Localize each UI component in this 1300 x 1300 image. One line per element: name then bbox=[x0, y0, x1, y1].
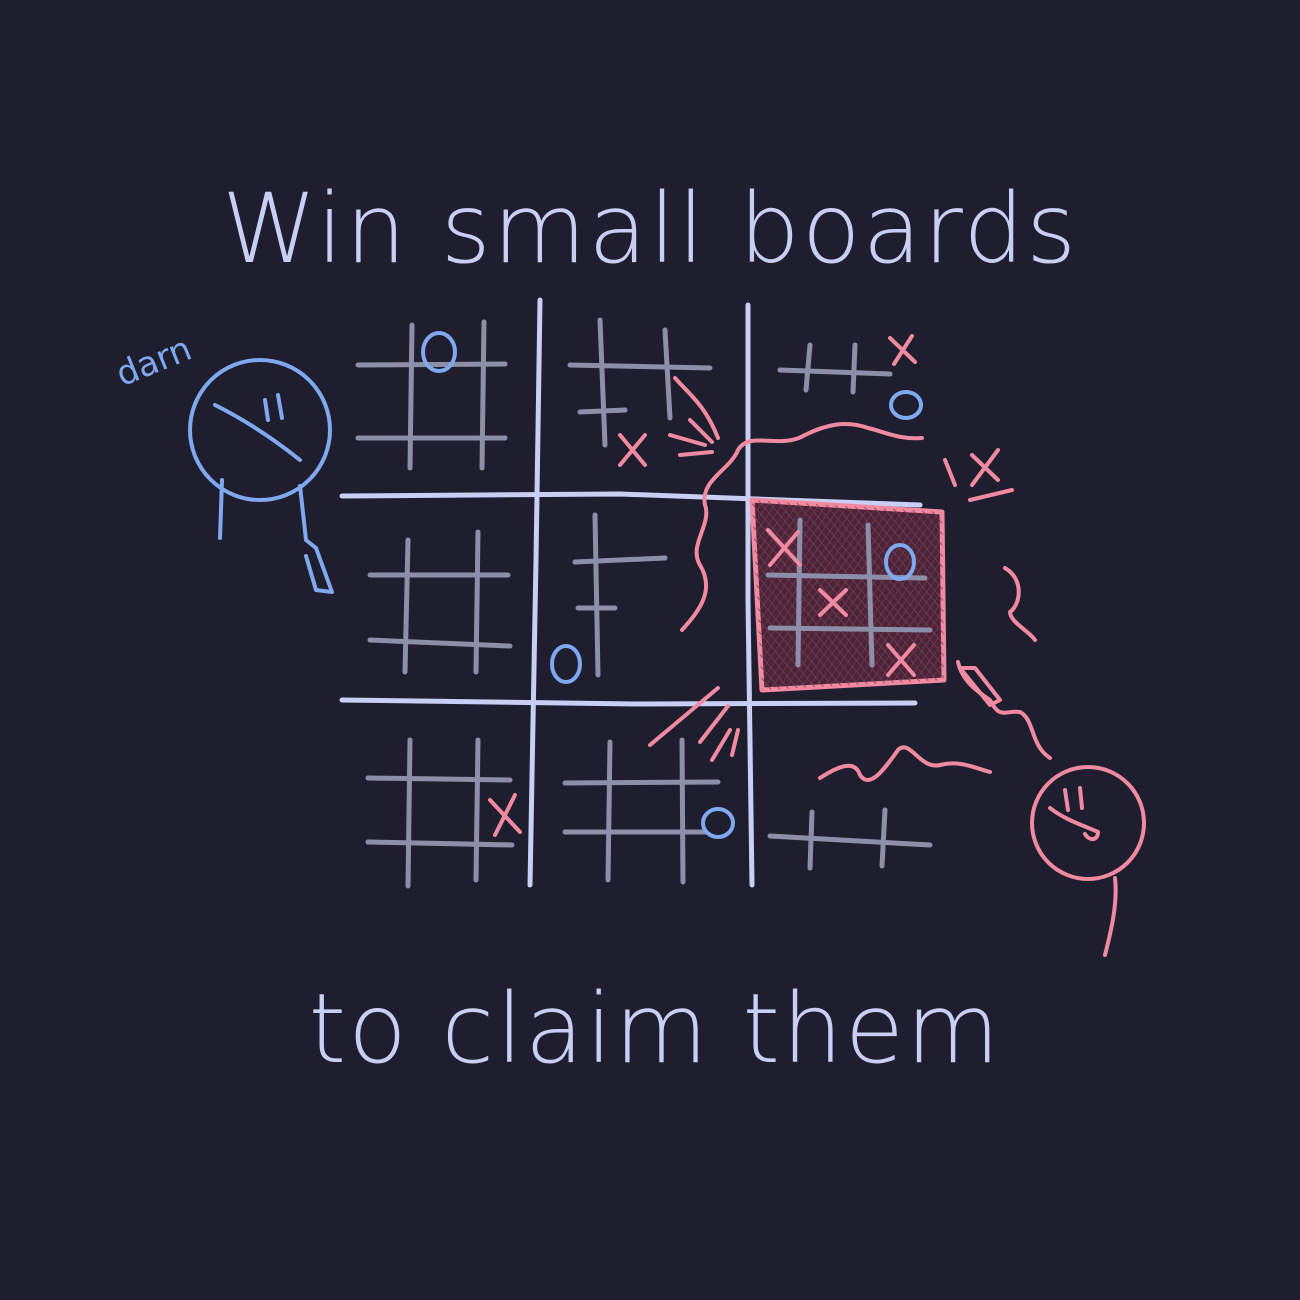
x-mark bbox=[888, 334, 917, 366]
small-board-bottom-right[interactable] bbox=[767, 807, 933, 871]
small-board-top-left[interactable] bbox=[355, 319, 508, 471]
small-board-center[interactable] bbox=[572, 512, 668, 678]
blue-stick-figure-icon bbox=[188, 358, 334, 594]
x-mark bbox=[618, 433, 647, 467]
x-mark bbox=[488, 793, 522, 837]
o-mark bbox=[701, 807, 735, 839]
headline-bottom: to claim them bbox=[309, 973, 1002, 1085]
small-board-top-middle[interactable] bbox=[567, 317, 713, 448]
small-board-bottom-middle[interactable] bbox=[562, 737, 721, 885]
blue-character-caption: darn bbox=[111, 329, 198, 395]
o-mark bbox=[550, 644, 582, 684]
small-board-bottom-left[interactable] bbox=[365, 737, 515, 889]
small-board-middle-left[interactable] bbox=[367, 529, 513, 675]
o-mark bbox=[889, 390, 923, 420]
headline-top: Win small boards bbox=[222, 173, 1078, 285]
claimed-board-middle-right[interactable] bbox=[749, 497, 947, 693]
tutorial-illustration: Win small boards darn to claim them bbox=[111, 173, 1146, 1085]
small-board-top-right[interactable] bbox=[777, 342, 893, 395]
pink-stick-figure-icon bbox=[956, 660, 1146, 957]
